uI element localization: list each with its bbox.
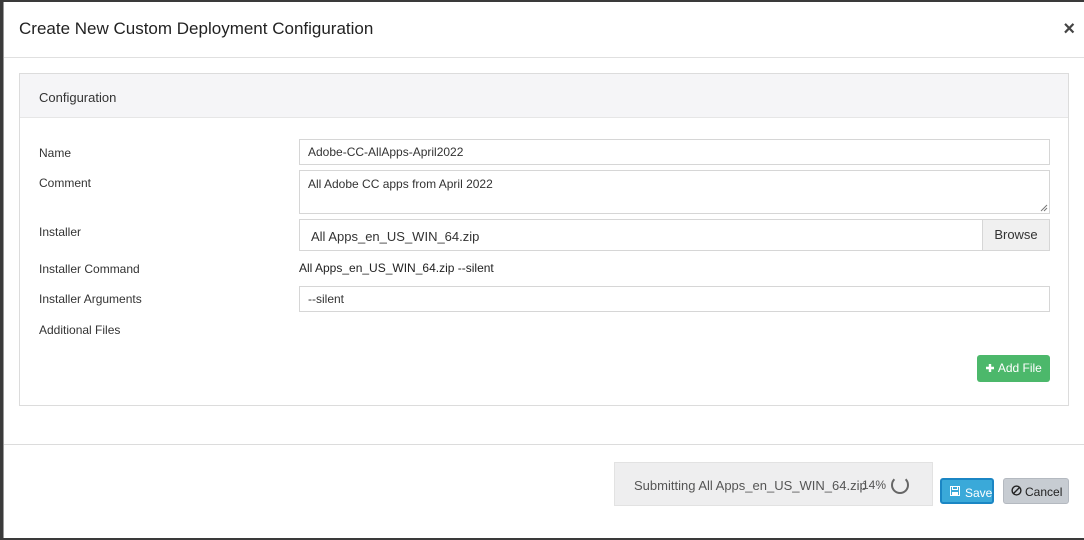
installer-label: Installer — [39, 225, 82, 239]
browse-button[interactable]: Browse — [982, 220, 1049, 250]
installer-command-label: Installer Command — [39, 262, 140, 276]
cancel-button[interactable]: Cancel — [1003, 478, 1069, 504]
installer-arguments-field[interactable] — [299, 286, 1050, 312]
plus-icon — [986, 364, 995, 372]
add-file-button[interactable]: Add File — [977, 355, 1050, 382]
save-button[interactable]: Save — [940, 478, 994, 504]
upload-progress: Submitting All Apps_en_US_WIN_64.zip 14% — [614, 462, 933, 506]
panel-title: Configuration — [39, 90, 117, 105]
save-label: Save — [965, 486, 993, 500]
installer-command-value: All Apps_en_US_WIN_64.zip --silent — [299, 261, 494, 275]
comment-label: Comment — [39, 176, 92, 190]
resize-grip-icon[interactable] — [1040, 204, 1048, 212]
installer-file-picker[interactable]: All Apps_en_US_WIN_64.zip Browse — [299, 219, 1050, 251]
ban-icon — [1011, 485, 1022, 496]
dialog-title: Create New Custom Deployment Configurati… — [19, 19, 374, 38]
configuration-panel: Configuration Name Comment All Adobe CC … — [19, 73, 1069, 406]
cancel-label: Cancel — [1025, 485, 1063, 499]
close-icon[interactable]: × — [1063, 18, 1075, 40]
name-label: Name — [39, 146, 72, 160]
installer-arguments-label: Installer Arguments — [39, 292, 142, 306]
comment-field-wrap: All Adobe CC apps from April 2022 — [299, 170, 1050, 214]
comment-field[interactable]: All Adobe CC apps from April 2022 — [299, 170, 1050, 214]
progress-percent: 14% — [862, 478, 887, 492]
floppy-disk-icon — [950, 486, 960, 496]
dialog-header: Create New Custom Deployment Configurati… — [4, 2, 1084, 58]
installer-file-name: All Apps_en_US_WIN_64.zip — [311, 229, 480, 244]
footer-divider — [4, 444, 1084, 445]
additional-files-label: Additional Files — [39, 323, 121, 337]
panel-heading: Configuration — [20, 74, 1068, 118]
progress-message: Submitting All Apps_en_US_WIN_64.zip — [634, 478, 867, 493]
add-file-label: Add File — [997, 361, 1042, 375]
deployment-config-dialog: Create New Custom Deployment Configurati… — [3, 2, 1084, 538]
spinner-icon — [891, 476, 909, 494]
name-field[interactable] — [299, 139, 1050, 165]
